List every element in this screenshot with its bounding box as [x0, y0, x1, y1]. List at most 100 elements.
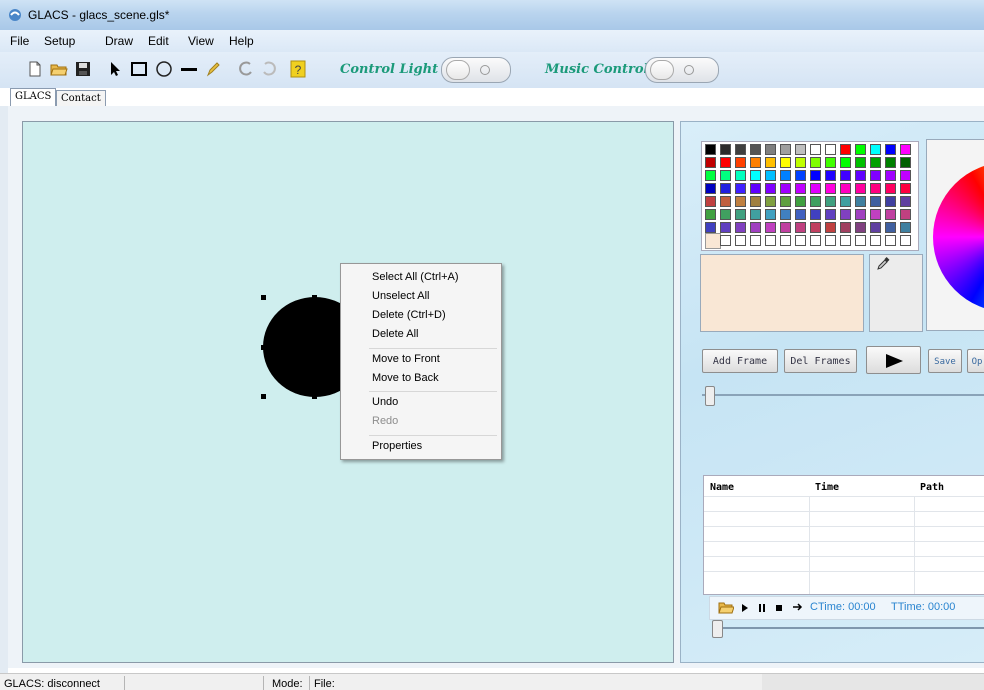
color-swatch[interactable]: [780, 222, 791, 233]
color-swatch[interactable]: [720, 183, 731, 194]
color-swatch[interactable]: [735, 235, 746, 246]
color-swatch[interactable]: [825, 222, 836, 233]
color-swatch[interactable]: [900, 235, 911, 246]
color-swatch[interactable]: [900, 144, 911, 155]
color-swatch[interactable]: [825, 235, 836, 246]
color-swatch[interactable]: [840, 144, 851, 155]
color-wheel[interactable]: [933, 162, 984, 312]
color-swatch[interactable]: [855, 209, 866, 220]
color-swatch[interactable]: [825, 209, 836, 220]
next-icon[interactable]: [792, 602, 804, 612]
table-row[interactable]: [704, 541, 984, 557]
color-swatch[interactable]: [765, 235, 776, 246]
color-swatch[interactable]: [720, 170, 731, 181]
color-swatch[interactable]: [885, 170, 896, 181]
menu-help[interactable]: Help: [229, 34, 254, 48]
color-swatch[interactable]: [765, 183, 776, 194]
redo-icon[interactable]: [260, 60, 278, 78]
help-icon[interactable]: ?: [289, 60, 307, 78]
color-swatch[interactable]: [720, 235, 731, 246]
color-swatch[interactable]: [705, 222, 716, 233]
color-swatch[interactable]: [825, 157, 836, 168]
color-swatch[interactable]: [840, 157, 851, 168]
frame-slider-thumb[interactable]: [705, 386, 715, 406]
media-progress-thumb[interactable]: [712, 620, 723, 638]
color-swatch[interactable]: [735, 183, 746, 194]
color-swatch[interactable]: [810, 209, 821, 220]
color-swatch[interactable]: [810, 183, 821, 194]
color-swatch[interactable]: [900, 209, 911, 220]
new-file-icon[interactable]: [26, 60, 44, 78]
color-swatch[interactable]: [870, 209, 881, 220]
color-swatch[interactable]: [765, 170, 776, 181]
eyedropper-box[interactable]: [869, 254, 923, 332]
color-swatch[interactable]: [720, 196, 731, 207]
menu-item-delete-all[interactable]: Delete All: [372, 328, 418, 340]
menu-item-properties[interactable]: Properties: [372, 440, 422, 452]
color-swatch[interactable]: [750, 170, 761, 181]
color-swatch[interactable]: [735, 144, 746, 155]
color-swatch[interactable]: [780, 235, 791, 246]
pause-icon[interactable]: [758, 603, 766, 613]
color-swatch[interactable]: [810, 170, 821, 181]
color-swatch[interactable]: [870, 170, 881, 181]
play-icon[interactable]: [741, 603, 749, 613]
color-swatch[interactable]: [885, 157, 896, 168]
color-swatch[interactable]: [870, 183, 881, 194]
color-swatch[interactable]: [855, 222, 866, 233]
column-header-path[interactable]: Path: [920, 482, 944, 493]
color-swatch[interactable]: [780, 157, 791, 168]
color-swatch[interactable]: [885, 209, 896, 220]
color-swatch[interactable]: [840, 235, 851, 246]
selection-handle[interactable]: [312, 295, 317, 300]
del-frames-button[interactable]: Del Frames: [784, 349, 857, 373]
color-swatch[interactable]: [780, 183, 791, 194]
table-row[interactable]: [704, 496, 984, 512]
selection-handle[interactable]: [261, 345, 266, 350]
color-swatch[interactable]: [765, 196, 776, 207]
color-swatch[interactable]: [705, 144, 716, 155]
stop-icon[interactable]: [775, 603, 783, 613]
color-swatch[interactable]: [885, 144, 896, 155]
color-swatch[interactable]: [870, 222, 881, 233]
color-swatch[interactable]: [840, 170, 851, 181]
color-swatch[interactable]: [795, 170, 806, 181]
rectangle-icon[interactable]: [130, 60, 148, 78]
color-swatch[interactable]: [825, 196, 836, 207]
menu-item-undo[interactable]: Undo: [372, 396, 398, 408]
color-swatch[interactable]: [900, 170, 911, 181]
open-frames-button[interactable]: Op: [967, 349, 984, 373]
color-swatch[interactable]: [840, 183, 851, 194]
menu-edit[interactable]: Edit: [148, 34, 169, 48]
menu-item-select-all[interactable]: Select All (Ctrl+A): [372, 271, 459, 283]
color-swatch[interactable]: [900, 222, 911, 233]
ellipse-icon[interactable]: [155, 60, 173, 78]
menu-item-delete[interactable]: Delete (Ctrl+D): [372, 309, 446, 321]
color-swatch[interactable]: [855, 144, 866, 155]
menu-view[interactable]: View: [188, 34, 214, 48]
table-row[interactable]: [704, 571, 984, 587]
color-swatch[interactable]: [750, 209, 761, 220]
color-swatch[interactable]: [795, 183, 806, 194]
menu-item-move-to-front[interactable]: Move to Front: [372, 353, 440, 365]
line-icon[interactable]: [180, 60, 198, 78]
open-folder-icon[interactable]: [718, 600, 734, 614]
open-folder-icon[interactable]: [50, 60, 68, 78]
color-swatch[interactable]: [780, 196, 791, 207]
color-swatch[interactable]: [840, 222, 851, 233]
color-swatch[interactable]: [825, 183, 836, 194]
pencil-icon[interactable]: [204, 60, 222, 78]
menu-draw[interactable]: Draw: [105, 34, 133, 48]
color-swatch[interactable]: [750, 157, 761, 168]
selection-handle[interactable]: [312, 394, 317, 399]
color-swatch[interactable]: [855, 235, 866, 246]
color-swatch[interactable]: [855, 183, 866, 194]
column-header-name[interactable]: Name: [710, 482, 734, 493]
color-swatch[interactable]: [735, 196, 746, 207]
color-swatch[interactable]: [720, 222, 731, 233]
menu-item-redo[interactable]: Redo: [372, 415, 398, 427]
menu-setup[interactable]: Setup: [44, 34, 75, 48]
color-swatch[interactable]: [795, 196, 806, 207]
color-swatch[interactable]: [780, 170, 791, 181]
color-swatch[interactable]: [810, 144, 821, 155]
